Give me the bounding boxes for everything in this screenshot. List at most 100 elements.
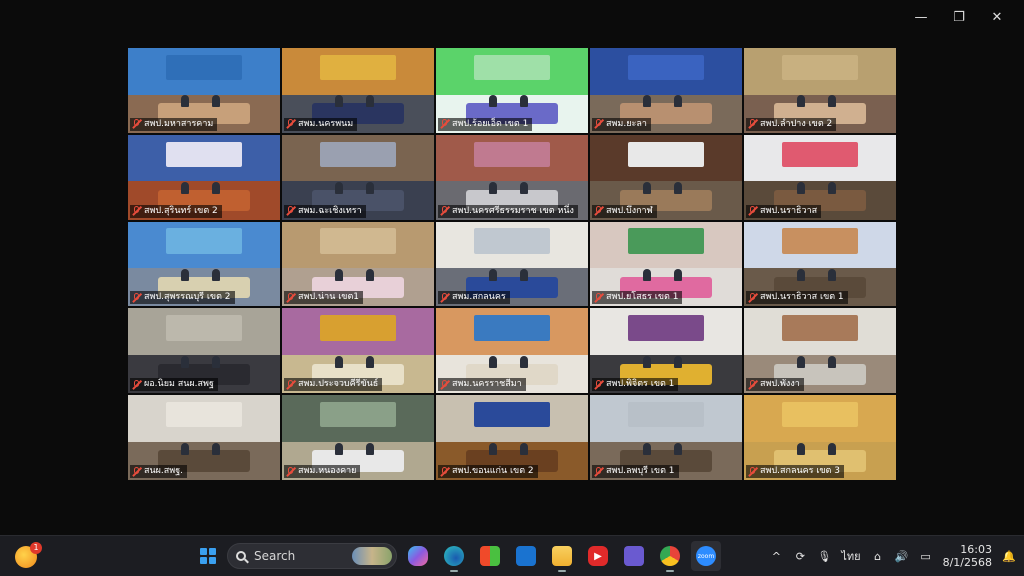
maximize-button[interactable]: ❐ [940,6,978,28]
mic-muted-icon [286,206,295,216]
volume-icon[interactable]: 🔊 [895,549,909,563]
clock[interactable]: 16:03 8/1/2568 [943,543,992,569]
mic-muted-icon [440,119,449,129]
participant-name: สพป.สกลนคร เขต 3 [760,466,840,476]
mic-muted-icon [440,292,449,303]
participant-name-tag: สพป.สุพรรณบุรี เขต 2 [130,291,235,305]
participant-tile[interactable]: สพป.พิจิตร เขต 1 [590,308,742,394]
mic-muted-icon [132,379,141,390]
participant-tile[interactable]: สพป.ร้อยเอ็ด เขต 1 [436,48,588,133]
chevron-up-icon[interactable]: ^ [769,549,783,563]
participant-tile[interactable]: สพป.ขอนแก่น เขต 2 [436,395,588,480]
edge-icon[interactable] [439,541,469,572]
participant-tile[interactable]: สพม.นครราชสีมา [436,308,588,394]
copilot-icon[interactable] [403,541,433,571]
clock-date: 8/1/2568 [942,556,992,569]
participant-name-tag: สพป.น่าน เขต1 [284,291,364,305]
participant-tile[interactable]: สพป.นครศรีธรรมราช เขต หนึ่ง [436,134,588,220]
participant-tile[interactable]: สพป.สุพรรณบุรี เขต 2 [128,221,280,307]
search-icon [236,551,246,561]
taskbar-apps: Search ▶ zoom [195,540,721,572]
participant-name: สพม.ประจวบคีรีขันธ์ [298,379,379,390]
participant-tile[interactable]: สพป.ลำปาง เขต 2 [744,48,896,133]
network-icon[interactable]: ⌂ [871,549,885,563]
participant-name-tag: สพป.นราธิวาส เขต 1 [746,291,848,305]
system-tray: ^ ⟳ 🎙 ไทย ⌂ 🔊 ▭ 16:03 8/1/2568 🔔 [769,536,1016,576]
microphone-icon[interactable]: 🎙 [817,549,831,563]
participant-tile[interactable]: สพม.ยะลา [590,48,742,133]
participant-name-tag: สพป.ร้อยเอ็ด เขต 1 [438,117,533,131]
chrome-icon[interactable] [655,541,685,572]
mic-muted-icon [132,292,141,303]
weather-widget[interactable]: 1 [12,542,42,570]
mic-muted-icon [748,292,757,303]
participant-name-tag: สพป.สกลนคร เขต 3 [746,465,844,478]
battery-icon[interactable]: ▭ [919,549,933,563]
store-icon[interactable] [475,541,505,571]
mic-muted-icon [594,206,603,216]
file-explorer-icon[interactable] [547,541,577,572]
mic-muted-icon [132,466,141,477]
participant-name-tag: สพป.มหาสารคาม [130,117,218,131]
participant-tile[interactable]: สพป.ลพบุรี เขต 1 [590,395,742,480]
participant-tile[interactable]: สพม.นครพนม [282,48,434,133]
taskbar: 1 Search ▶ zoom ^ ⟳ 🎙 ไทย ⌂ 🔊 ▭ 16:03 8/… [0,535,1024,576]
youtube-icon[interactable]: ▶ [583,541,613,571]
participant-name-tag: สพม.นครพนม [284,117,358,131]
teams-icon[interactable] [619,541,649,571]
participant-tile[interactable]: สพป.สุรินทร์ เขต 2 [128,134,280,220]
search-box[interactable]: Search [227,543,397,569]
participant-tile[interactable]: สพป.มหาสารคาม [128,48,280,133]
participant-tile[interactable]: สพป.สกลนคร เขต 3 [744,395,896,480]
participant-tile[interactable]: สพป.ยโสธร เขต 1 [590,221,742,307]
mic-muted-icon [440,379,449,390]
mic-muted-icon [132,206,141,216]
window-controls: — ❐ ✕ [902,6,1016,28]
participant-name: สพป.นราธิวาส เขต 1 [760,292,844,303]
participant-tile[interactable]: สนผ.สพฐ. [128,395,280,480]
participant-tile[interactable]: สพม.ฉะเชิงเทรา [282,134,434,220]
participant-name: สพป.นราธิวาส [760,205,818,216]
clock-time: 16:03 [960,543,992,556]
participant-name-tag: สพป.สุรินทร์ เขต 2 [130,204,222,218]
participant-tile[interactable]: สพป.นราธิวาส เขต 1 [744,221,896,307]
participant-name-tag: สพป.ยโสธร เขต 1 [592,291,683,305]
search-highlight-icon [352,547,392,565]
participant-name-tag: สพม.ยะลา [592,117,651,131]
mic-muted-icon [286,119,295,129]
minimize-button[interactable]: — [902,6,940,28]
participant-tile[interactable]: สพป.บึงกาฬ [590,134,742,220]
participant-name: สพป.นครศรีธรรมราช เขต หนึ่ง [452,205,574,216]
participant-tile[interactable]: สพป.นราธิวาส [744,134,896,220]
participant-name: สพม.สกลนคร [452,292,506,303]
participant-name-tag: สพป.บึงกาฬ [592,204,657,218]
close-button[interactable]: ✕ [978,6,1016,28]
participant-tile[interactable]: สพป.พังงา [744,308,896,394]
participant-name: สพม.หนองคาย [298,466,357,476]
zoom-icon[interactable]: zoom [691,541,721,571]
participant-tile[interactable]: สพม.สกลนคร [436,221,588,307]
participant-name-tag: สนผ.สพฐ. [130,465,188,478]
language-indicator[interactable]: ไทย [841,547,860,565]
sync-icon[interactable]: ⟳ [793,549,807,563]
notification-bell-icon[interactable]: 🔔 [1002,549,1016,563]
start-icon[interactable] [195,543,221,569]
mic-muted-icon [594,466,603,477]
participant-name-tag: สพป.นราธิวาส [746,204,822,218]
participant-name-tag: สพป.ลำปาง เขต 2 [746,117,837,131]
participant-tile[interactable]: สพม.หนองคาย [282,395,434,480]
participant-name: ผอ.นิยม สนผ.สพฐ [144,379,214,390]
participant-name-tag: สพม.ประจวบคีรีขันธ์ [284,378,383,392]
participant-tile[interactable]: ผอ.นิยม สนผ.สพฐ [128,308,280,394]
mic-muted-icon [748,466,757,477]
participant-name: สพม.ยะลา [606,118,647,129]
participant-name-tag: สพป.นครศรีธรรมราช เขต หนึ่ง [438,204,578,218]
participant-tile[interactable]: สพม.ประจวบคีรีขันธ์ [282,308,434,394]
participant-tile[interactable]: สพป.น่าน เขต1 [282,221,434,307]
participant-name-tag: สพม.ฉะเชิงเทรา [284,204,366,218]
mic-muted-icon [594,379,603,390]
participant-name-tag: สพม.หนองคาย [284,465,361,478]
outlook-icon[interactable] [511,541,541,571]
participant-name-tag: สพม.สกลนคร [438,291,510,305]
participant-name: สนผ.สพฐ. [144,466,184,476]
